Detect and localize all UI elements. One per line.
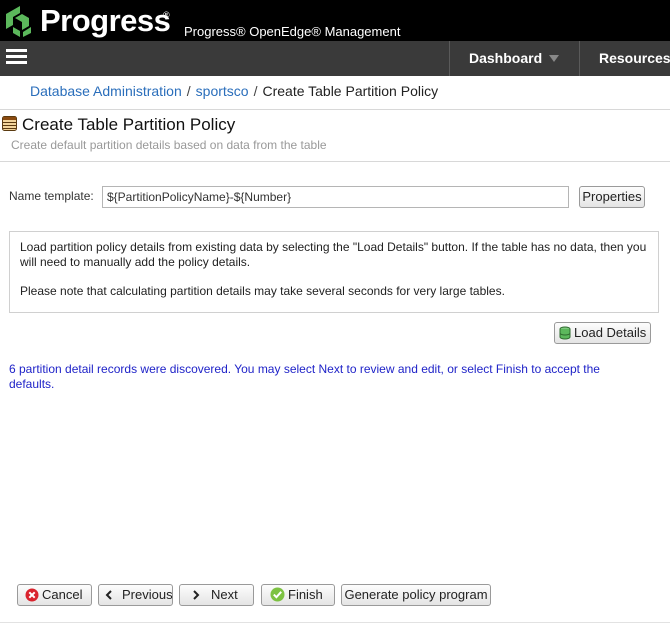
page-title: Create Table Partition Policy <box>22 115 236 134</box>
cancel-button[interactable]: Cancel <box>17 584 92 606</box>
database-table-icon <box>2 116 17 131</box>
nav-bar: Dashboard Resources <box>0 41 670 76</box>
info-box: Load partition policy details from exist… <box>9 231 659 313</box>
name-template-label: Name template: <box>9 189 94 203</box>
page-subtitle: Create default partition details based o… <box>11 138 327 152</box>
hamburger-menu-icon[interactable] <box>6 49 27 66</box>
breadcrumb-current: Create Table Partition Policy <box>262 83 439 99</box>
finish-button[interactable]: Finish <box>261 584 335 606</box>
previous-label: Previous <box>122 587 173 602</box>
database-icon <box>559 326 571 340</box>
check-icon <box>270 587 285 602</box>
product-title: Progress® OpenEdge® Management <box>184 24 401 39</box>
divider <box>0 161 670 162</box>
nav-item-label: Resources <box>599 50 670 66</box>
nav-item-dashboard[interactable]: Dashboard <box>449 41 579 76</box>
brand-logo-text: Progress <box>40 3 171 38</box>
progress-logo-icon <box>6 6 31 37</box>
status-message: 6 partition detail records were discover… <box>9 362 600 391</box>
info-paragraph: Load partition policy details from exist… <box>20 240 647 269</box>
name-template-input[interactable] <box>102 186 569 208</box>
caret-down-icon <box>549 55 559 62</box>
generate-policy-program-button[interactable]: Generate policy program <box>341 584 491 606</box>
chevron-left-icon <box>105 589 112 600</box>
cancel-label: Cancel <box>42 587 83 602</box>
brand-registered-mark: ® <box>163 10 170 20</box>
finish-label: Finish <box>288 587 323 602</box>
next-label: Next <box>211 587 238 602</box>
breadcrumb-link-sportsco[interactable]: sportsco <box>196 83 249 99</box>
divider <box>0 109 670 110</box>
brand-bar: Progress ® Progress® OpenEdge® Managemen… <box>0 0 670 41</box>
cancel-x-icon <box>25 588 39 602</box>
load-details-button[interactable]: Load Details <box>554 322 651 344</box>
previous-button[interactable]: Previous <box>98 584 173 606</box>
chevron-right-icon <box>193 589 200 600</box>
divider <box>0 622 670 623</box>
info-paragraph: Please note that calculating partition d… <box>20 284 505 298</box>
nav-item-label: Dashboard <box>469 50 543 66</box>
breadcrumb-separator: / <box>186 83 191 99</box>
breadcrumb: Database Administration / sportsco / Create … <box>30 83 438 99</box>
load-details-label: Load Details <box>574 325 647 340</box>
next-button[interactable]: Next <box>179 584 254 606</box>
breadcrumb-separator: / <box>253 83 258 99</box>
breadcrumb-link-database-administration[interactable]: Database Administration <box>30 83 182 99</box>
properties-button[interactable]: Properties <box>579 186 645 208</box>
nav-item-resources[interactable]: Resources <box>579 41 670 76</box>
